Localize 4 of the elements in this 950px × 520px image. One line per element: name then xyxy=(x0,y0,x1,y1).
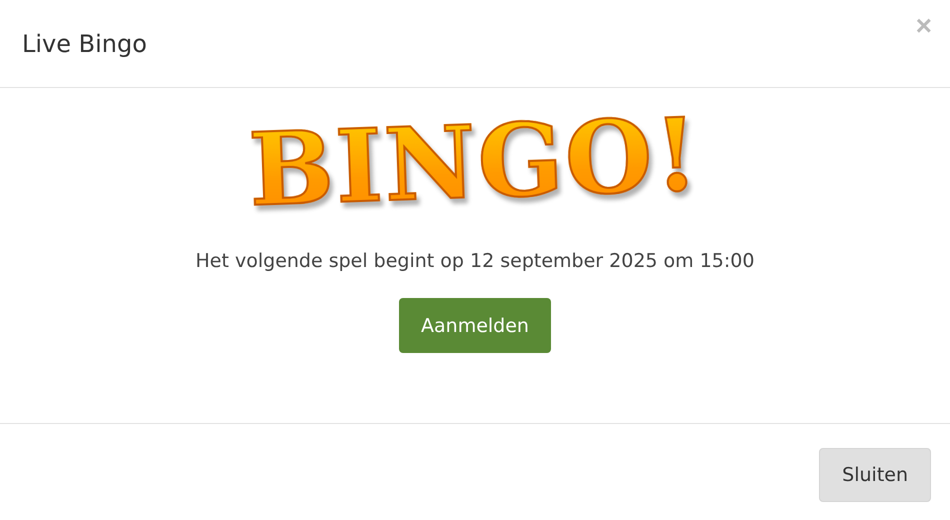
register-button[interactable]: Aanmelden xyxy=(399,298,551,353)
game-start-message: Het volgende spel begint op 12 september 2025 om 15:00 xyxy=(196,250,754,272)
close-dialog-button[interactable]: Sluiten xyxy=(819,448,931,502)
dialog-title: Live Bingo xyxy=(22,30,147,58)
